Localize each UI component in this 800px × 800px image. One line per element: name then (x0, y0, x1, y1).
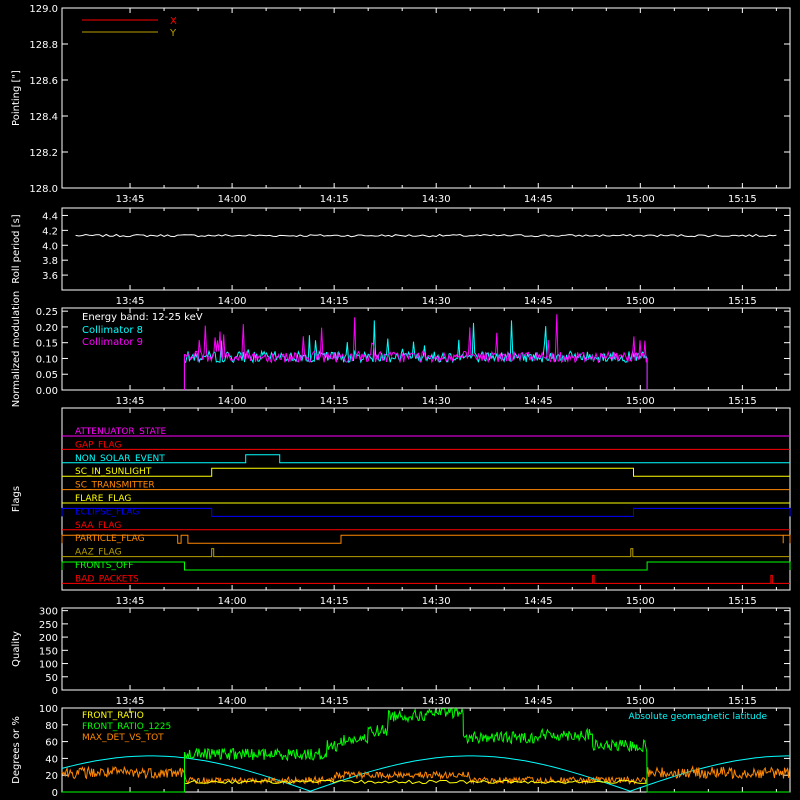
y-tick-label: 20 (45, 771, 58, 782)
y-tick-label: 0.20 (36, 323, 58, 334)
y-tick-label: 300 (39, 607, 58, 618)
x-tick-label: 15:00 (626, 696, 655, 707)
y-tick-label: 0.05 (36, 370, 58, 381)
x-tick-label: 15:00 (626, 396, 655, 407)
y-tick-label: 3.8 (42, 256, 58, 267)
y-tick-label: 100 (39, 660, 58, 671)
flag-label-saa_flag: SAA_FLAG (75, 521, 121, 531)
y-tick-label: 40 (45, 754, 58, 765)
x-tick-label: 14:45 (524, 596, 553, 607)
y-tick-label: 129.0 (29, 4, 58, 15)
x-tick-label: 14:00 (218, 596, 247, 607)
flag-label-fronts_off: FRONTS_OFF (75, 561, 133, 571)
flag-label-gap_flag: GAP_FLAG (75, 440, 121, 450)
x-tick-label: 14:30 (422, 396, 451, 407)
x-tick-label: 14:00 (218, 194, 247, 205)
legend-label-geomagnetic-latitude: Absolute geomagnetic latitude (628, 712, 767, 722)
y-tick-label: 0.10 (36, 354, 58, 365)
y-tick-label: 0.25 (36, 307, 58, 318)
flag-label-attenuator_state: ATTENUATOR_STATE (75, 427, 167, 437)
y-tick-label: 4.2 (42, 226, 58, 237)
x-tick-label: 14:15 (320, 696, 349, 707)
y-tick-label: 128.6 (29, 76, 58, 87)
x-tick-label: 15:15 (728, 696, 757, 707)
y-tick-label: 128.0 (29, 184, 58, 195)
x-tick-label: 14:30 (422, 596, 451, 607)
y-axis-label: Normalized modulation (11, 291, 22, 408)
x-tick-label: 15:00 (626, 194, 655, 205)
hessi-summary-plot: 13:45 14:00 14:15 14:30 14:45 15:00 15:15 128.0… (0, 0, 800, 800)
y-axis-label: Roll period [s] (11, 214, 22, 283)
x-tick-label: 15:15 (728, 396, 757, 407)
x-tick-label: 14:45 (524, 396, 553, 407)
legend-label-collimator: Collimator 8 (82, 325, 143, 336)
y-tick-label: 60 (45, 738, 58, 749)
x-tick-label: 13:45 (116, 596, 145, 607)
y-tick-label: 3.6 (42, 271, 58, 282)
y-axis-label: Pointing ["] (11, 70, 22, 126)
y-tick-label: 0 (52, 788, 58, 799)
flag-label-aaz_flag: AAZ_FLAG (75, 548, 122, 558)
x-tick-label: 14:30 (422, 194, 451, 205)
x-tick-label: 14:45 (524, 194, 553, 205)
x-tick-label: 13:45 (116, 696, 145, 707)
x-tick-label: 15:15 (728, 596, 757, 607)
y-tick-label: 128.2 (29, 148, 58, 159)
flag-label-sc_transmitter: SC_TRANSMITTER (75, 481, 155, 491)
y-tick-label: 0 (52, 686, 58, 697)
flag-label-flare_flag: FLARE_FLAG (75, 494, 131, 504)
legend-label-collimator: Collimator 9 (82, 337, 143, 348)
y-axis-label: Flags (11, 486, 22, 512)
y-tick-label: 80 (45, 721, 58, 732)
legend-label-ratio: FRONT_RATIO_1225 (82, 722, 171, 732)
legend-label-ratio: MAX_DET_VS_TOT (82, 733, 164, 743)
x-tick-label: 15:00 (626, 296, 655, 307)
x-tick-label: 14:15 (320, 194, 349, 205)
x-tick-label: 13:45 (116, 296, 145, 307)
flag-label-eclipse_flag: ECLIPSE_FLAG (75, 507, 139, 517)
x-tick-label: 14:15 (320, 596, 349, 607)
x-tick-label: 14:15 (320, 396, 349, 407)
y-tick-label: 128.8 (29, 40, 58, 51)
x-tick-label: 13:45 (116, 194, 145, 205)
y-tick-label: 50 (45, 673, 58, 684)
flag-label-non_solar_event: NON_SOLAR_EVENT (75, 454, 165, 464)
legend-label-x: X (170, 16, 177, 27)
x-tick-label: 14:30 (422, 696, 451, 707)
y-tick-label: 4.0 (42, 241, 58, 252)
y-axis-label: Quality (11, 631, 22, 667)
x-tick-label: 14:45 (524, 696, 553, 707)
flag-label-particle_flag: PARTICLE_FLAG (75, 534, 145, 544)
y-tick-label: 128.4 (29, 112, 58, 123)
y-tick-label: 200 (39, 633, 58, 644)
x-tick-label: 14:45 (524, 296, 553, 307)
y-tick-label: 4.4 (42, 211, 58, 222)
flag-label-sc_in_sunlight: SC_IN_SUNLIGHT (75, 467, 152, 477)
y-tick-label: 0.15 (36, 339, 58, 350)
x-tick-label: 13:45 (116, 396, 145, 407)
x-tick-label: 14:00 (218, 296, 247, 307)
y-tick-label: 0.00 (36, 386, 58, 397)
x-tick-label: 14:15 (320, 296, 349, 307)
x-tick-label: 15:00 (626, 596, 655, 607)
energy-band-annotation: Energy band: 12-25 keV (82, 312, 203, 323)
y-axis-label: Degrees or % (11, 716, 22, 784)
legend-label-y: Y (169, 28, 177, 39)
y-tick-label: 100 (39, 704, 58, 715)
legend-label-ratio: FRONT_RATIO (82, 711, 144, 721)
x-tick-label: 15:15 (728, 194, 757, 205)
y-tick-label: 250 (39, 620, 58, 631)
x-tick-label: 14:00 (218, 396, 247, 407)
flag-label-bad_packets: BAD_PACKETS (75, 574, 139, 584)
x-tick-label: 14:30 (422, 296, 451, 307)
x-tick-label: 15:15 (728, 296, 757, 307)
x-tick-label: 14:00 (218, 696, 247, 707)
y-tick-label: 150 (39, 646, 58, 657)
